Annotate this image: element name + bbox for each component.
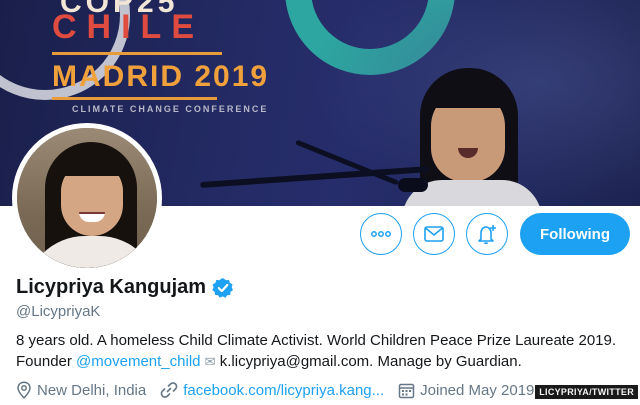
more-horizontal-icon <box>371 231 391 237</box>
banner-event-country: CHILE <box>52 8 204 46</box>
following-button[interactable]: Following <box>520 213 630 255</box>
profile-website[interactable]: facebook.com/licypriya.kang... <box>160 381 384 399</box>
profile-meta-row: New Delhi, India facebook.com/licypriya.… <box>16 381 548 399</box>
profile-avatar[interactable] <box>12 123 162 273</box>
message-button[interactable] <box>413 213 455 255</box>
banner-microphone <box>398 178 428 192</box>
envelope-emoji-icon: ✉ <box>204 354 216 369</box>
verified-badge-icon <box>212 277 234 298</box>
profile-display-name: Licypriya Kangujam <box>16 276 207 298</box>
location-pin-icon <box>17 381 31 399</box>
banner-rule <box>52 52 222 55</box>
more-options-button[interactable] <box>360 213 402 255</box>
banner-speaker-hair <box>428 78 508 108</box>
bio-text-contact: k.licypriya@gmail.com. Manage by Guardia… <box>215 353 522 370</box>
profile-location: New Delhi, India <box>16 381 146 399</box>
profile-joined-text: Joined May 2019 <box>420 381 535 399</box>
link-icon <box>160 382 178 398</box>
bio-mention-link[interactable]: @movement_child <box>76 353 200 370</box>
notifications-button[interactable] <box>466 213 508 255</box>
banner-event-subtitle: CLIMATE CHANGE CONFERENCE <box>72 104 269 114</box>
profile-website-link[interactable]: facebook.com/licypriya.kang... <box>183 382 384 399</box>
banner-rule <box>52 97 217 100</box>
image-credit: LICYPRIYA/TWITTER <box>535 385 638 399</box>
avatar-bangs <box>57 154 127 176</box>
bell-plus-icon <box>478 225 496 245</box>
calendar-icon <box>398 383 415 398</box>
banner-event-city: MADRID 2019 <box>52 60 270 93</box>
profile-bio: 8 years old. A homeless Child Climate Ac… <box>16 330 636 372</box>
envelope-icon <box>424 226 444 242</box>
profile-location-text: New Delhi, India <box>37 381 147 399</box>
profile-joined: Joined May 2019 <box>398 382 534 399</box>
profile-handle: @LicypriyaK <box>16 303 101 320</box>
profile-name-row: Licypriya Kangujam <box>16 276 234 299</box>
